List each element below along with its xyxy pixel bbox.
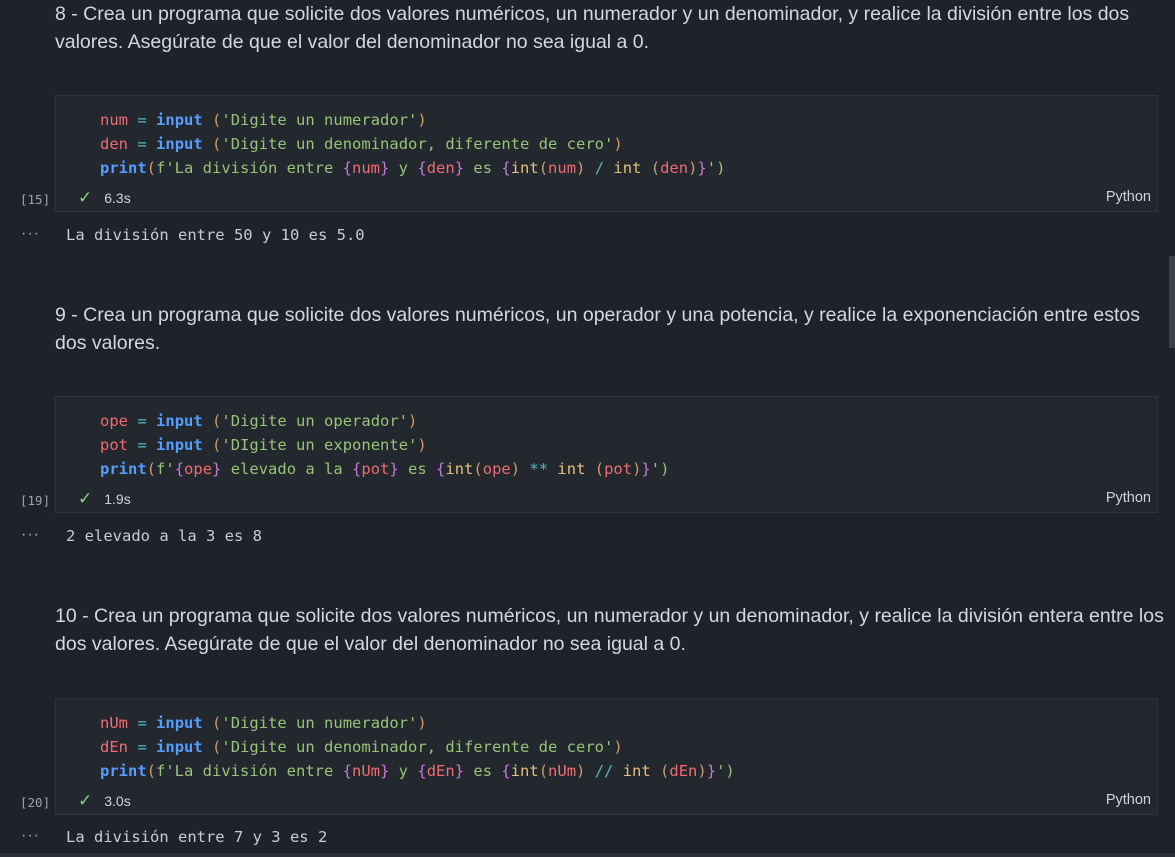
cell-status: ✓ 1.9s — [78, 489, 131, 508]
execution-duration: 1.9s — [104, 491, 131, 507]
scrollbar-thumb[interactable] — [1169, 256, 1175, 348]
code-line-1: num = input ('Digite un numerador') — [100, 111, 427, 129]
code-editor[interactable]: ope = input ('Digite un operador') pot =… — [100, 409, 669, 481]
execution-count: [20] — [20, 795, 51, 810]
code-line-3: print(f'La división entre {nUm} y {dEn} … — [100, 762, 735, 780]
cell-output: La división entre 50 y 10 es 5.0 — [66, 226, 365, 244]
code-line-1: ope = input ('Digite un operador') — [100, 412, 418, 430]
check-icon: ✓ — [78, 791, 93, 810]
output-more-icon[interactable]: ··· — [21, 827, 40, 845]
output-more-icon[interactable]: ··· — [21, 225, 40, 243]
language-label[interactable]: Python — [1106, 189, 1151, 205]
code-line-1: nUm = input ('Digite un numerador') — [100, 714, 427, 732]
language-label[interactable]: Python — [1106, 792, 1151, 808]
code-cell-15[interactable]: num = input ('Digite un numerador') den … — [55, 95, 1158, 212]
markdown-cell-10: 10 - Crea un programa que solicite dos v… — [55, 605, 1164, 655]
cell-status: ✓ 6.3s — [78, 188, 131, 207]
code-cell-19[interactable]: ope = input ('Digite un operador') pot =… — [55, 396, 1158, 513]
cell-output: 2 elevado a la 3 es 8 — [66, 527, 262, 545]
code-line-2: dEn = input ('Digite un denominador, dif… — [100, 738, 623, 756]
output-more-icon[interactable]: ··· — [21, 526, 40, 544]
cell-output: La división entre 7 y 3 es 2 — [66, 828, 328, 846]
code-editor[interactable]: nUm = input ('Digite un numerador') dEn … — [100, 711, 735, 783]
execution-count: [19] — [20, 493, 51, 508]
code-cell-20[interactable]: nUm = input ('Digite un numerador') dEn … — [55, 698, 1158, 815]
execution-count: [15] — [20, 192, 51, 207]
markdown-cell-8: 8 - Crea un programa que solicite dos va… — [55, 3, 1130, 53]
code-line-3: print(f'{ope} elevado a la {pot} es {int… — [100, 460, 670, 478]
code-line-2: den = input ('Digite un denominador, dif… — [100, 135, 623, 153]
bottom-divider — [0, 853, 1175, 857]
execution-duration: 3.0s — [104, 793, 131, 809]
check-icon: ✓ — [78, 489, 93, 508]
markdown-cell-9: 9 - Crea un programa que solicite dos va… — [55, 304, 1141, 354]
code-line-2: pot = input ('DIgite un exponente') — [100, 436, 427, 454]
cell-status: ✓ 3.0s — [78, 791, 131, 810]
language-label[interactable]: Python — [1106, 490, 1151, 506]
code-line-3: print(f'La división entre {num} y {den} … — [100, 159, 726, 177]
execution-duration: 6.3s — [104, 190, 131, 206]
check-icon: ✓ — [78, 188, 93, 207]
code-editor[interactable]: num = input ('Digite un numerador') den … — [100, 108, 725, 180]
